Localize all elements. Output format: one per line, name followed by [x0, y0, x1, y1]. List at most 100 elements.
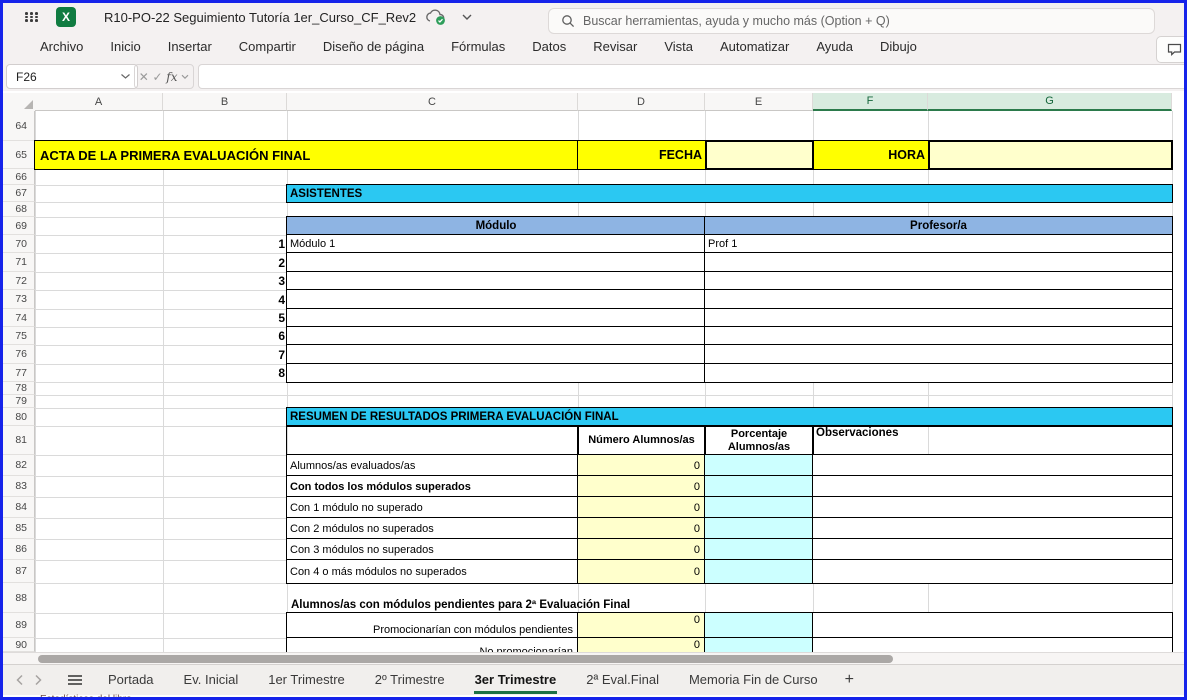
menu-item-revisar[interactable]: Revisar — [593, 39, 637, 54]
row-header-69[interactable]: 69 — [3, 217, 35, 235]
modulo-cell[interactable] — [287, 309, 705, 327]
resumen-label-cell[interactable]: Alumnos/as evaluados/as — [287, 455, 578, 476]
workbook-statistics-label[interactable]: Estadísticas del libro — [40, 694, 132, 700]
add-sheet-button[interactable]: + — [845, 671, 854, 689]
row-header-82[interactable]: 82 — [3, 455, 35, 476]
menu-item-fórmulas[interactable]: Fórmulas — [451, 39, 505, 54]
search-input[interactable]: Buscar herramientas, ayuda y mucho más (… — [548, 8, 1155, 34]
row-header-81[interactable]: 81 — [3, 426, 35, 455]
column-header-B[interactable]: B — [163, 93, 287, 111]
row-header-85[interactable]: 85 — [3, 518, 35, 539]
pendientes-observaciones-cell[interactable] — [813, 613, 1172, 638]
column-header-A[interactable]: A — [35, 93, 163, 111]
row-header-88[interactable]: 88 — [3, 583, 35, 613]
resumen-label-cell[interactable]: Con 3 módulos no superados — [287, 539, 578, 560]
row-header-86[interactable]: 86 — [3, 539, 35, 560]
resumen-percent-cell[interactable] — [705, 497, 813, 518]
menu-item-datos[interactable]: Datos — [532, 39, 566, 54]
pendientes-percent-cell[interactable] — [705, 613, 813, 638]
profesor-column-header[interactable]: Profesor/a — [705, 217, 1172, 235]
resumen-value-cell[interactable]: 0 — [578, 455, 705, 476]
title-dropdown-chevron-icon[interactable] — [461, 13, 473, 21]
row-header-77[interactable]: 77 — [3, 364, 35, 382]
horizontal-scrollbar-thumb[interactable] — [38, 655, 893, 663]
modulo-cell[interactable] — [287, 327, 705, 345]
row-header-64[interactable]: 64 — [3, 111, 35, 141]
resumen-percent-cell[interactable] — [705, 518, 813, 539]
menu-item-automatizar[interactable]: Automatizar — [720, 39, 789, 54]
document-title[interactable]: R10-PO-22 Seguimiento Tutoría 1er_Curso_… — [104, 10, 416, 25]
profesor-cell[interactable] — [705, 345, 1172, 364]
resumen-observaciones-cell[interactable] — [813, 476, 1172, 497]
pendientes-label-cell[interactable]: Promocionarían con módulos pendientes — [287, 613, 578, 638]
resumen-value-cell[interactable]: 0 — [578, 497, 705, 518]
numero-column-header[interactable]: Número Alumnos/as — [578, 426, 705, 455]
row-header-76[interactable]: 76 — [3, 345, 35, 364]
resumen-percent-cell[interactable] — [705, 560, 813, 583]
row-header-73[interactable]: 73 — [3, 290, 35, 309]
sheet-tab-1er-trimestre[interactable]: 1er Trimestre — [267, 667, 346, 694]
resumen-blank-header[interactable] — [287, 426, 578, 455]
modulo-cell[interactable] — [287, 253, 705, 272]
resumen-value-cell[interactable]: 0 — [578, 518, 705, 539]
profesor-cell[interactable] — [705, 364, 1172, 382]
sheet-tab-2-trimestre[interactable]: 2º Trimestre — [374, 667, 446, 694]
menu-item-vista[interactable]: Vista — [664, 39, 693, 54]
fecha-label-cell[interactable]: FECHA — [578, 141, 705, 169]
row-header-89[interactable]: 89 — [3, 613, 35, 638]
resumen-label-cell[interactable]: Con 4 o más módulos no superados — [287, 560, 578, 583]
row-header-83[interactable]: 83 — [3, 476, 35, 497]
menu-item-ayuda[interactable]: Ayuda — [816, 39, 853, 54]
modulo-cell[interactable] — [287, 364, 705, 382]
resumen-value-cell[interactable]: 0 — [578, 539, 705, 560]
resumen-label-cell[interactable]: Con 2 módulos no superados — [287, 518, 578, 539]
resumen-label-cell[interactable]: Con todos los módulos superados — [287, 476, 578, 497]
fecha-value-cell[interactable] — [705, 140, 814, 170]
profesor-cell[interactable] — [705, 253, 1172, 272]
resumen-percent-cell[interactable] — [705, 455, 813, 476]
row-header-70[interactable]: 70 — [3, 235, 35, 253]
sheet-tab-memoria-fin-de-curso[interactable]: Memoria Fin de Curso — [688, 667, 819, 694]
profesor-cell[interactable] — [705, 309, 1172, 327]
formula-input[interactable] — [198, 64, 1187, 89]
modulo-column-header[interactable]: Módulo — [287, 217, 705, 235]
profesor-cell[interactable] — [705, 272, 1172, 290]
profesor-cell[interactable]: Prof 1 — [705, 235, 1172, 253]
menu-item-diseño-de-página[interactable]: Diseño de página — [323, 39, 424, 54]
row-header-80[interactable]: 80 — [3, 408, 35, 426]
row-header-90[interactable]: 90 — [3, 638, 35, 652]
select-all-corner[interactable] — [3, 93, 36, 112]
sheet-tab-portada[interactable]: Portada — [107, 667, 155, 694]
resumen-label-cell[interactable]: Con 1 módulo no superado — [287, 497, 578, 518]
column-header-C[interactable]: C — [287, 93, 578, 111]
resumen-observaciones-cell[interactable] — [813, 560, 1172, 583]
insert-function-icon[interactable]: fx — [166, 70, 177, 84]
sheet-tab-3er-trimestre[interactable]: 3er Trimestre — [474, 667, 558, 694]
column-header-G[interactable]: G — [928, 93, 1172, 111]
row-header-79[interactable]: 79 — [3, 395, 35, 408]
pendientes-value-cell[interactable]: 0 — [578, 613, 705, 638]
cancel-icon[interactable]: ✕ — [139, 70, 149, 84]
sheet-list-icon[interactable] — [67, 674, 83, 686]
menu-item-insertar[interactable]: Insertar — [168, 39, 212, 54]
acta-title-cell[interactable]: ACTA DE LA PRIMERA EVALUACIÓN FINAL — [35, 141, 578, 169]
row-header-67[interactable]: 67 — [3, 185, 35, 202]
column-header-F[interactable]: F — [813, 93, 928, 111]
asistentes-header-cell[interactable]: ASISTENTES — [287, 185, 1172, 202]
column-header-D[interactable]: D — [578, 93, 705, 111]
next-sheet-icon[interactable] — [34, 674, 43, 686]
resumen-value-cell[interactable]: 0 — [578, 476, 705, 497]
resumen-value-cell[interactable]: 0 — [578, 560, 705, 583]
modulo-cell[interactable] — [287, 290, 705, 309]
prev-sheet-icon[interactable] — [15, 674, 24, 686]
porcentaje-column-header[interactable]: Porcentaje Alumnos/as — [705, 426, 813, 455]
modulo-cell[interactable] — [287, 345, 705, 364]
resumen-observaciones-cell[interactable] — [813, 539, 1172, 560]
name-box[interactable]: F26 — [6, 64, 138, 89]
resumen-observaciones-cell[interactable] — [813, 518, 1172, 539]
profesor-cell[interactable] — [705, 327, 1172, 345]
hora-label-cell[interactable]: HORA — [814, 141, 928, 169]
sheet-tab-2-eval-final[interactable]: 2ª Eval.Final — [585, 667, 660, 694]
menu-item-archivo[interactable]: Archivo — [40, 39, 83, 54]
sheet-tab-ev-inicial[interactable]: Ev. Inicial — [183, 667, 240, 694]
